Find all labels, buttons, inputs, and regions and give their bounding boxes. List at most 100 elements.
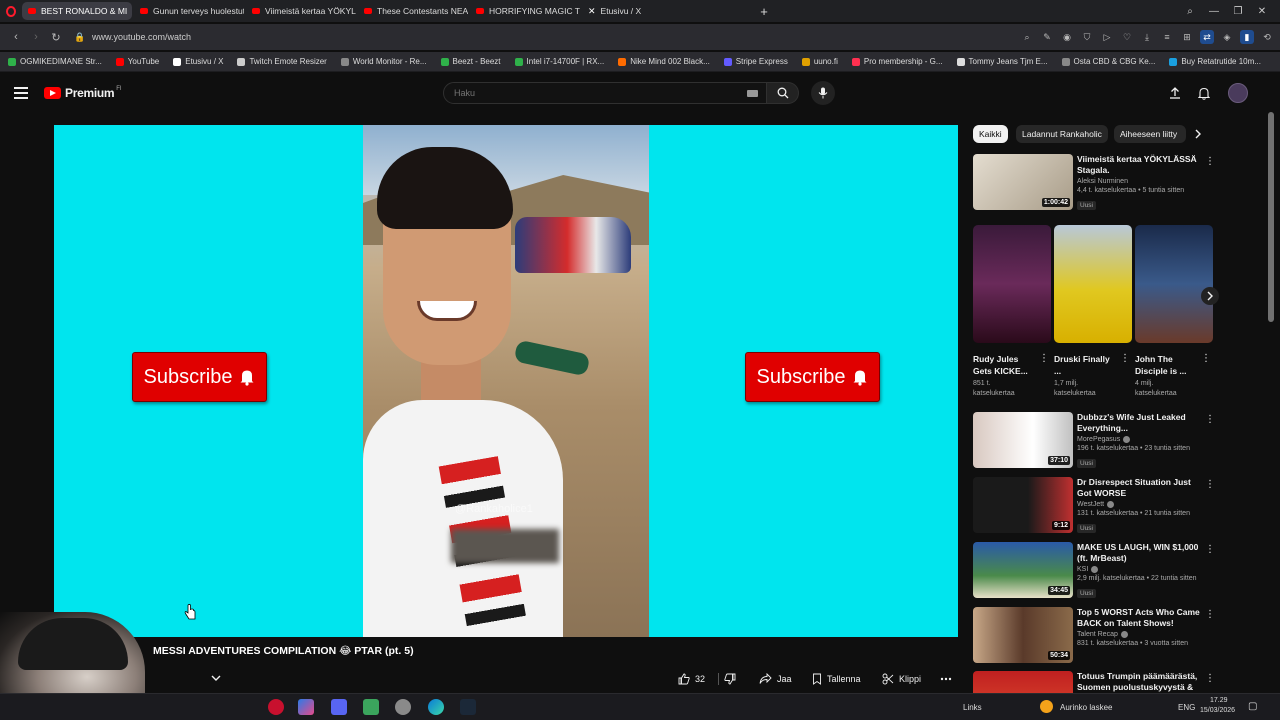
- bookmark[interactable]: uuno.fi: [801, 57, 838, 66]
- heart-icon[interactable]: ♡: [1120, 30, 1134, 44]
- bookmark[interactable]: Nike Mind 002 Black...: [618, 57, 710, 66]
- video-thumbnail[interactable]: 9:12: [973, 477, 1073, 533]
- shield-icon[interactable]: ⛉: [1080, 30, 1094, 44]
- bookmark[interactable]: YouTube: [115, 57, 159, 66]
- keyboard-icon[interactable]: [747, 90, 758, 97]
- app-taskbar-icon[interactable]: [363, 699, 379, 715]
- play-icon[interactable]: ▷: [1100, 30, 1114, 44]
- forward-button[interactable]: ›: [26, 31, 46, 43]
- close-window-button[interactable]: ✕: [1252, 6, 1272, 17]
- bookmark[interactable]: Twitch Emote Resizer: [237, 57, 327, 66]
- chip-all[interactable]: Kaikki: [973, 125, 1008, 143]
- download-icon[interactable]: ⤓: [1140, 30, 1154, 44]
- menu-icon[interactable]: ≡: [1160, 30, 1174, 44]
- recommended-video[interactable]: 1:00:42 Viimeistä kertaa YÖKYLÄSSÄ Staga…: [973, 154, 1218, 214]
- more-vertical-icon[interactable]: ⋮: [1205, 156, 1215, 167]
- short-item[interactable]: John The Disciple is ... 4 milj. katselu…: [1135, 225, 1213, 399]
- more-vertical-icon[interactable]: ⋮: [1205, 414, 1215, 425]
- bookmark[interactable]: Beezt - Beezt: [440, 57, 501, 66]
- bookmark[interactable]: Stripe Express: [723, 57, 788, 66]
- bookmark[interactable]: Tommy Jeans Tjm E...: [956, 57, 1048, 66]
- search-button[interactable]: [767, 82, 799, 104]
- more-vertical-icon[interactable]: ⋮: [1205, 673, 1215, 684]
- video-thumbnail[interactable]: 34:45: [973, 542, 1073, 598]
- clip-button[interactable]: Klippi: [882, 668, 921, 690]
- video-title[interactable]: Totuus Trumpin päämäärästä, Suomen puolu…: [1077, 671, 1202, 693]
- browser-tab[interactable]: ✕ Etusivu / X: [582, 2, 692, 20]
- more-vertical-icon[interactable]: ⋮: [1201, 353, 1211, 364]
- search-tabs-icon[interactable]: ⌕: [1180, 6, 1200, 17]
- new-tab-button[interactable]: +: [754, 2, 774, 20]
- recommended-video[interactable]: 37:10 Dubbzz's Wife Just Leaked Everythi…: [973, 412, 1218, 472]
- edit-icon[interactable]: ✎: [1040, 30, 1054, 44]
- search-page-icon[interactable]: ⌕: [1020, 30, 1034, 44]
- browser-tab[interactable]: These Contestants NEARL: [358, 2, 468, 20]
- language-indicator[interactable]: ENG: [1178, 703, 1195, 712]
- chevron-right-icon[interactable]: [1192, 128, 1204, 140]
- like-button[interactable]: 32: [678, 668, 705, 690]
- browser-tab[interactable]: HORRIFYING MAGIC That: [470, 2, 580, 20]
- lock-icon[interactable]: 🔒: [72, 32, 88, 43]
- recommended-video[interactable]: 50:34 Top 5 WORST Acts Who Came BACK on …: [973, 607, 1218, 667]
- steam-taskbar-icon[interactable]: [460, 699, 476, 715]
- upload-button[interactable]: [1165, 84, 1185, 102]
- back-button[interactable]: ‹: [6, 31, 26, 43]
- short-thumbnail[interactable]: [1054, 225, 1132, 343]
- channel-name[interactable]: Talent Recap: [1077, 631, 1202, 638]
- more-vertical-icon[interactable]: ⋮: [1120, 353, 1130, 364]
- weather-text[interactable]: Aurinko laskee: [1060, 703, 1112, 712]
- recommended-video[interactable]: 34:45 MAKE US LAUGH, WIN $1,000 (ft. MrB…: [973, 542, 1218, 602]
- video-thumbnail[interactable]: 1:00:42: [973, 154, 1073, 210]
- translate-icon[interactable]: ⇄: [1200, 30, 1214, 44]
- app-taskbar-icon[interactable]: [298, 699, 314, 715]
- browser-tab[interactable]: BEST RONALDO & MI: [22, 2, 132, 20]
- discord-taskbar-icon[interactable]: [331, 699, 347, 715]
- more-vertical-icon[interactable]: ⋮: [1205, 479, 1215, 490]
- bookmark[interactable]: Osta CBD & CBG Ke...: [1061, 57, 1155, 66]
- chip-uploaded-by[interactable]: Ladannut Rankaholic: [1016, 125, 1108, 143]
- app-taskbar-icon[interactable]: [395, 699, 411, 715]
- bookmark[interactable]: Etusivu / X: [173, 57, 223, 66]
- ai-icon[interactable]: ⟲: [1260, 30, 1274, 44]
- more-vertical-icon[interactable]: ⋮: [1205, 544, 1215, 555]
- browser-tab[interactable]: Gunun terveys huolestutt: [134, 2, 244, 20]
- bookmark[interactable]: Pro membership - G...: [851, 57, 943, 66]
- links-label[interactable]: Links: [963, 703, 982, 712]
- video-title[interactable]: Dr Disrespect Situation Just Got WORSE: [1077, 477, 1202, 499]
- weather-icon[interactable]: [1040, 700, 1053, 713]
- hamburger-menu-icon[interactable]: [14, 87, 28, 99]
- video-thumbnail[interactable]: 37:10: [973, 412, 1073, 468]
- voice-search-button[interactable]: [811, 81, 835, 105]
- chip-related[interactable]: Aiheeseen liitty: [1114, 125, 1186, 143]
- save-button[interactable]: Tallenna: [812, 668, 861, 690]
- dislike-button[interactable]: [724, 668, 741, 690]
- reload-button[interactable]: ↻: [46, 31, 66, 44]
- short-thumbnail[interactable]: [1135, 225, 1213, 343]
- active-extension-icon[interactable]: ▮: [1240, 30, 1254, 44]
- search-input[interactable]: [454, 88, 734, 98]
- shorts-next-button[interactable]: [1201, 287, 1219, 305]
- short-thumbnail[interactable]: [973, 225, 1051, 343]
- video-title[interactable]: Top 5 WORST Acts Who Came BACK on Talent…: [1077, 607, 1202, 629]
- opera-taskbar-icon[interactable]: [268, 699, 284, 715]
- notification-center-icon[interactable]: ▢: [1248, 701, 1257, 712]
- clock-time[interactable]: 17.29: [1210, 697, 1228, 704]
- avatar[interactable]: [1228, 83, 1248, 103]
- channel-name[interactable]: Aleksi Nurminen: [1077, 178, 1202, 185]
- maximize-button[interactable]: ❐: [1228, 6, 1248, 17]
- video-title[interactable]: MAKE US LAUGH, WIN $1,000 (ft. MrBeast): [1077, 542, 1202, 564]
- channel-name[interactable]: KSI: [1077, 566, 1202, 573]
- edge-taskbar-icon[interactable]: [428, 699, 444, 715]
- channel-name[interactable]: MorePegasus: [1077, 436, 1202, 443]
- channel-name[interactable]: WestJett: [1077, 501, 1202, 508]
- bookmark[interactable]: OGMIKEDIMANE Str...: [8, 57, 102, 66]
- opera-logo-icon[interactable]: [0, 0, 22, 22]
- video-thumbnail[interactable]: [973, 671, 1073, 693]
- video-title[interactable]: Viimeistä kertaa YÖKYLÄSSÄ Stagala.: [1077, 154, 1202, 176]
- url-text[interactable]: www.youtube.com/watch: [92, 32, 191, 42]
- more-vertical-icon[interactable]: ⋮: [1039, 353, 1049, 364]
- video-title[interactable]: Dubbzz's Wife Just Leaked Everything...: [1077, 412, 1202, 434]
- clock-date[interactable]: 15/03/2026: [1200, 707, 1235, 714]
- notifications-button[interactable]: [1194, 84, 1214, 102]
- chevron-down-icon[interactable]: [210, 672, 222, 684]
